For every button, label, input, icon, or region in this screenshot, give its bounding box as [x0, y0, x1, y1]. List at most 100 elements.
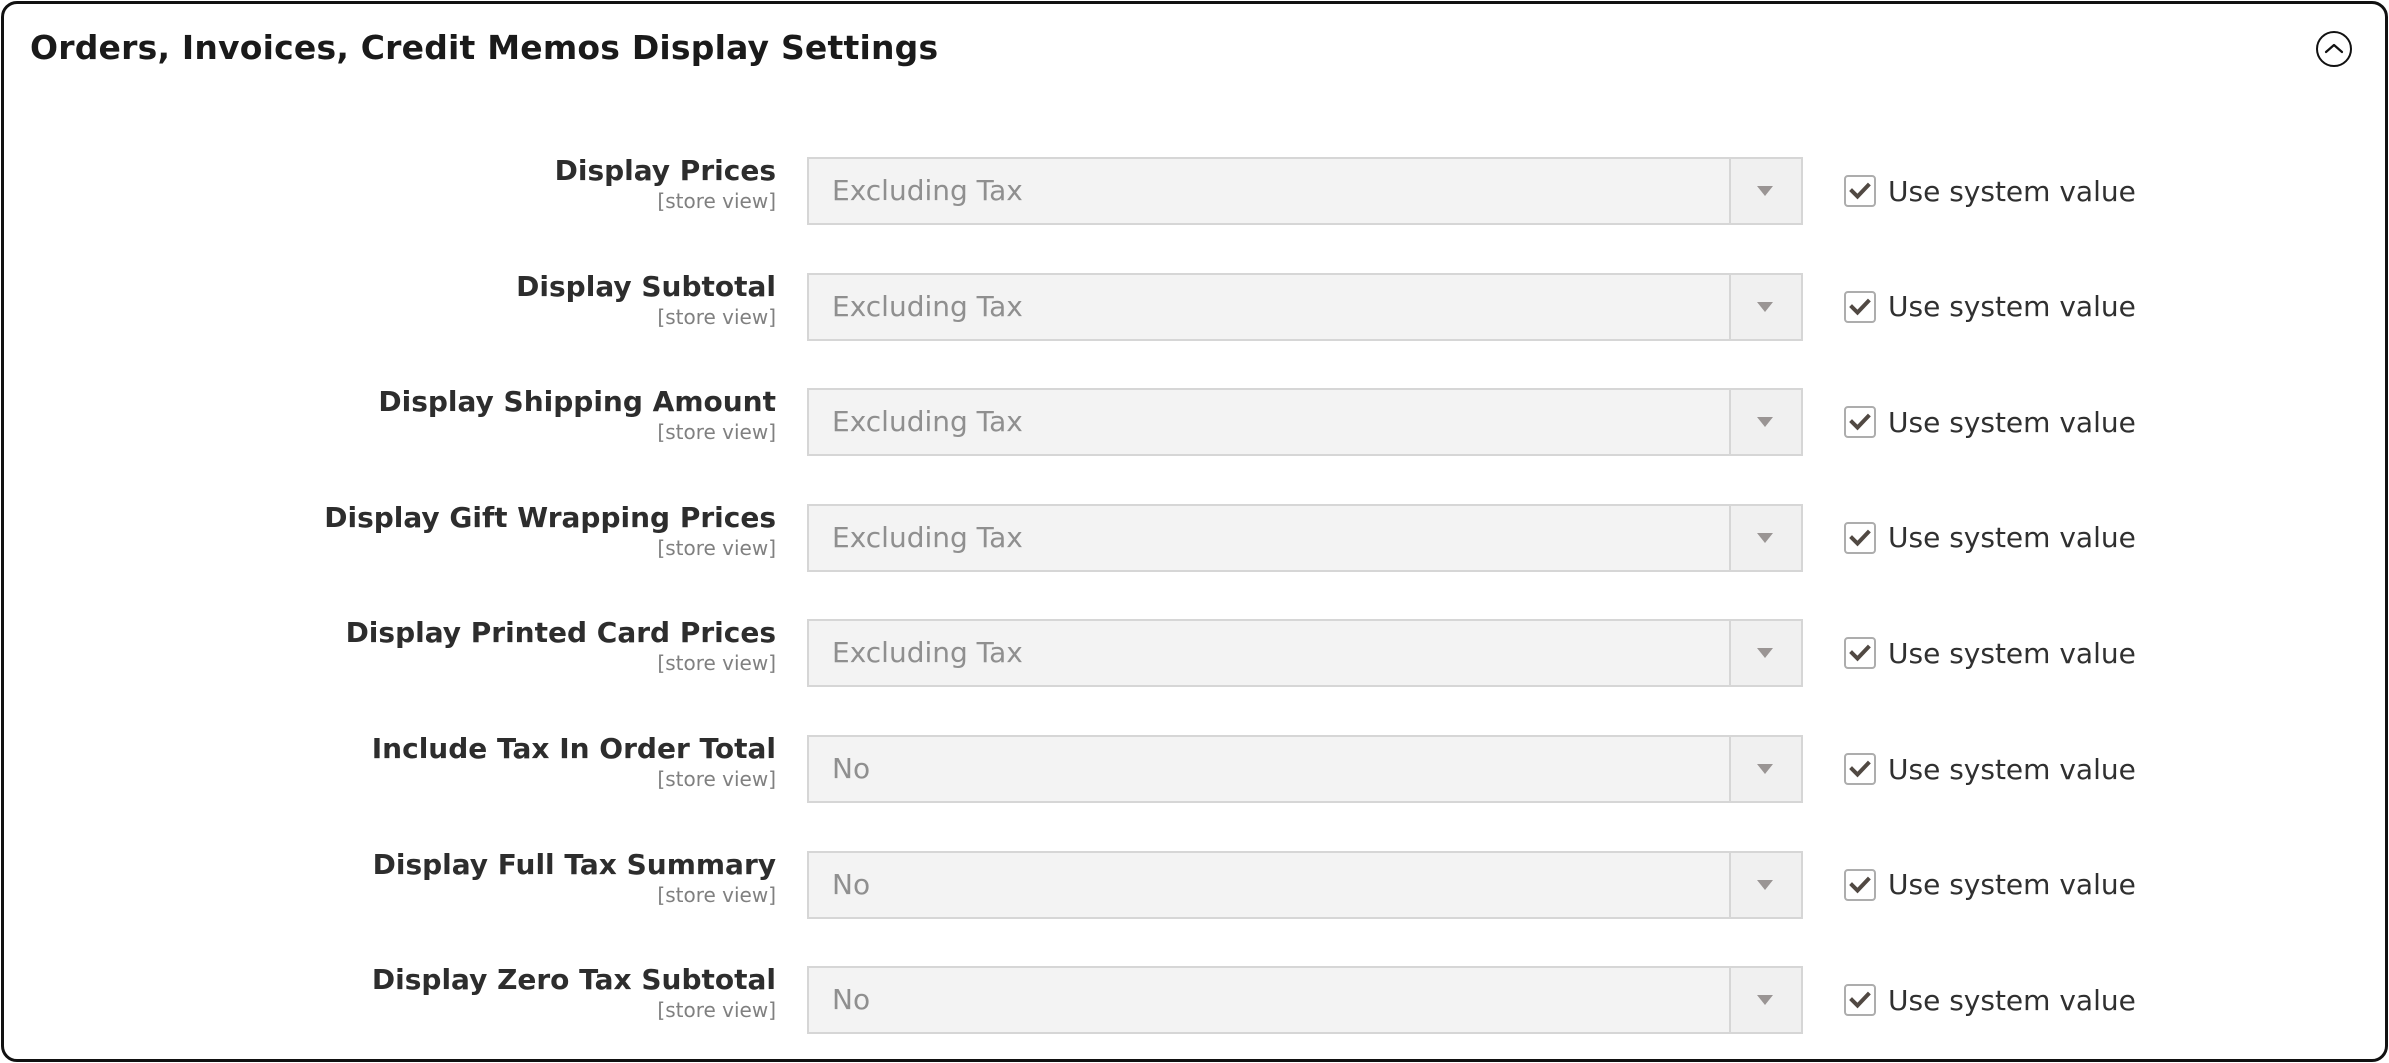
caret-down-icon — [1757, 417, 1773, 428]
field-label-group: Display Shipping Amount [store view] — [378, 384, 776, 444]
field-label-group: Display Prices [store view] — [555, 153, 776, 213]
select-toggle[interactable] — [1729, 621, 1801, 686]
field-select[interactable]: No — [807, 735, 1803, 803]
field-scope: [store view] — [657, 767, 776, 791]
use-system-value-label: Use system value — [1888, 405, 2136, 439]
caret-down-icon — [1757, 532, 1773, 543]
collapse-section-button[interactable] — [2316, 31, 2352, 67]
select-toggle[interactable] — [1729, 505, 1801, 570]
setting-row-2: Display Subtotal [store view] Excluding … — [4, 270, 2385, 341]
use-system-value-toggle[interactable]: Use system value — [1844, 635, 2136, 671]
use-system-value-label: Use system value — [1888, 290, 2136, 324]
field-select[interactable]: Excluding Tax — [807, 157, 1803, 225]
select-toggle[interactable] — [1729, 274, 1801, 339]
field-scope: [store view] — [657, 651, 776, 676]
field-label-group: Display Zero Tax Subtotal [store view] — [372, 962, 776, 1022]
select-value: Excluding Tax — [832, 174, 1023, 207]
field-label-group: Include Tax In Order Total [store view] — [372, 731, 776, 791]
caret-down-icon — [1757, 648, 1773, 659]
use-system-value-checkbox[interactable] — [1844, 868, 1876, 901]
field-label-group: Display Full Tax Summary [store view] — [373, 847, 776, 907]
select-value: Excluding Tax — [832, 405, 1023, 439]
field-label: Display Gift Wrapping Prices — [324, 500, 776, 534]
field-label: Display Subtotal — [516, 269, 776, 303]
field-label: Display Shipping Amount — [378, 385, 776, 419]
use-system-value-label: Use system value — [1888, 868, 2136, 902]
use-system-value-checkbox[interactable] — [1844, 290, 1876, 323]
caret-down-icon — [1757, 879, 1773, 890]
use-system-value-checkbox[interactable] — [1844, 175, 1876, 207]
use-system-value-label: Use system value — [1888, 752, 2136, 786]
field-label-group: Display Printed Card Prices [store view] — [346, 615, 776, 675]
use-system-value-toggle[interactable]: Use system value — [1844, 404, 2136, 440]
use-system-value-toggle[interactable]: Use system value — [1844, 289, 2136, 325]
select-value: No — [832, 867, 871, 901]
setting-row-6: Include Tax In Order Total [store view] … — [4, 732, 2385, 803]
use-system-value-label: Use system value — [1888, 174, 2136, 208]
setting-row-3: Display Shipping Amount [store view] Exc… — [4, 385, 2385, 457]
select-value: No — [832, 983, 871, 1017]
field-select[interactable]: Excluding Tax — [807, 503, 1803, 572]
use-system-value-toggle[interactable]: Use system value — [1844, 867, 2136, 903]
caret-down-icon — [1757, 764, 1773, 774]
field-label: Display Printed Card Prices — [345, 616, 776, 650]
select-toggle[interactable] — [1729, 390, 1801, 455]
field-label: Display Full Tax Summary — [372, 847, 776, 881]
chevron-up-icon — [2324, 43, 2344, 54]
checkmark-icon — [1849, 413, 1871, 431]
setting-row-4: Display Gift Wrapping Prices [store view… — [4, 501, 2385, 572]
field-select[interactable]: No — [807, 850, 1803, 919]
field-label: Include Tax In Order Total — [371, 732, 776, 765]
checkmark-icon — [1849, 760, 1871, 778]
field-scope: [store view] — [657, 998, 776, 1023]
field-scope: [store view] — [657, 882, 776, 907]
checkmark-icon — [1849, 991, 1871, 1009]
field-select[interactable]: Excluding Tax — [807, 272, 1803, 341]
select-toggle[interactable] — [1729, 968, 1801, 1033]
use-system-value-checkbox[interactable] — [1844, 637, 1876, 670]
select-value: No — [832, 752, 871, 785]
checkmark-icon — [1849, 298, 1871, 315]
section-title[interactable]: Orders, Invoices, Credit Memos Display S… — [30, 28, 938, 67]
setting-row-1: Display Prices [store view] Excluding Ta… — [4, 154, 2385, 225]
use-system-value-toggle[interactable]: Use system value — [1844, 982, 2136, 1018]
select-value: Excluding Tax — [832, 636, 1023, 670]
use-system-value-toggle[interactable]: Use system value — [1844, 173, 2136, 209]
field-select[interactable]: No — [807, 966, 1803, 1035]
use-system-value-label: Use system value — [1888, 983, 2136, 1017]
field-select[interactable]: Excluding Tax — [807, 619, 1803, 688]
field-scope: [store view] — [657, 189, 776, 213]
caret-down-icon — [1757, 301, 1773, 312]
use-system-value-checkbox[interactable] — [1844, 406, 1876, 439]
caret-down-icon — [1757, 995, 1773, 1006]
caret-down-icon — [1757, 186, 1773, 196]
select-toggle[interactable] — [1729, 737, 1801, 801]
field-label: Display Zero Tax Subtotal — [371, 963, 776, 997]
checkmark-icon — [1849, 529, 1871, 547]
checkmark-icon — [1849, 876, 1871, 893]
select-value: Excluding Tax — [832, 289, 1023, 323]
field-label-group: Display Subtotal [store view] — [516, 269, 776, 329]
use-system-value-toggle[interactable]: Use system value — [1844, 520, 2136, 556]
use-system-value-label: Use system value — [1888, 521, 2136, 555]
setting-row-8: Display Zero Tax Subtotal [store view] N… — [4, 963, 2385, 1035]
checkmark-icon — [1849, 645, 1871, 662]
field-select[interactable]: Excluding Tax — [807, 388, 1803, 457]
field-scope: [store view] — [657, 420, 776, 445]
field-scope: [store view] — [657, 535, 776, 560]
use-system-value-toggle[interactable]: Use system value — [1844, 751, 2136, 787]
checkmark-icon — [1849, 182, 1871, 200]
setting-row-7: Display Full Tax Summary [store view] No… — [4, 848, 2385, 919]
select-toggle[interactable] — [1729, 159, 1801, 223]
select-toggle[interactable] — [1729, 852, 1801, 917]
field-scope: [store view] — [657, 304, 776, 329]
use-system-value-checkbox[interactable] — [1844, 984, 1876, 1017]
select-value: Excluding Tax — [832, 520, 1023, 554]
settings-section-panel: Orders, Invoices, Credit Memos Display S… — [1, 1, 2388, 1062]
field-label: Display Prices — [554, 154, 776, 187]
use-system-value-checkbox[interactable] — [1844, 753, 1876, 785]
use-system-value-label: Use system value — [1888, 636, 2136, 670]
setting-row-5: Display Printed Card Prices [store view]… — [4, 616, 2385, 688]
use-system-value-checkbox[interactable] — [1844, 521, 1876, 554]
field-label-group: Display Gift Wrapping Prices [store view… — [324, 500, 776, 560]
